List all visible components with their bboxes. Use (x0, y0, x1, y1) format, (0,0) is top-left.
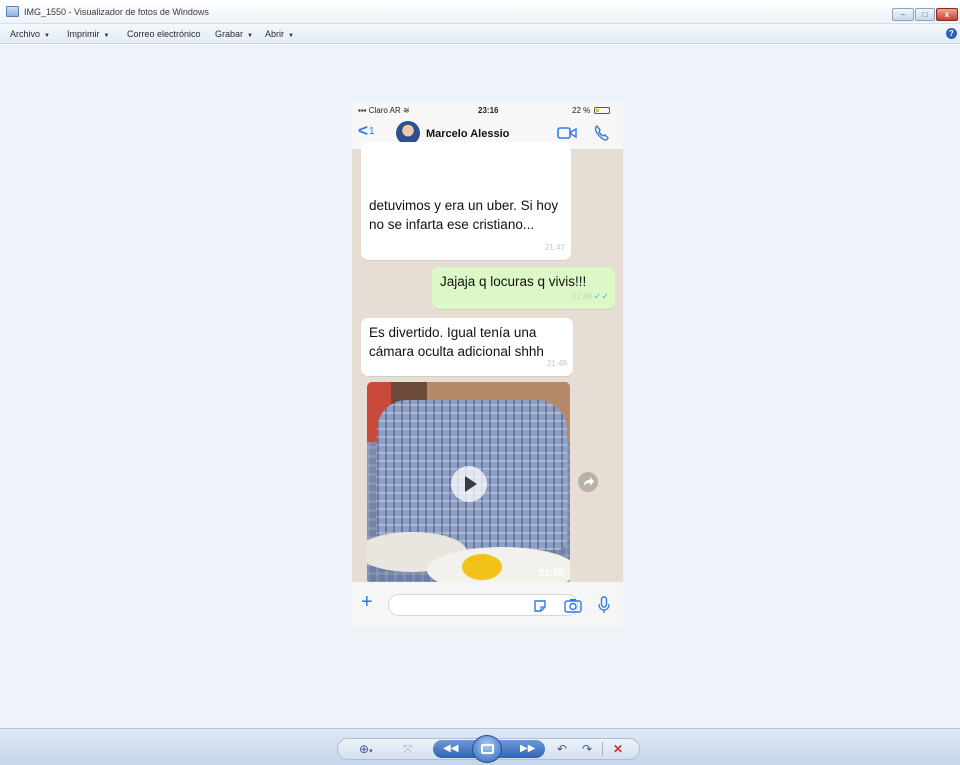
message-time: 21:47 (544, 243, 565, 252)
delete-icon: ✕ (613, 742, 624, 756)
video-call-icon[interactable] (557, 126, 577, 140)
maximize-button[interactable]: □ (915, 8, 935, 21)
menu-archivo[interactable]: Archivo ▼ (10, 29, 50, 39)
rotate-right-icon: ↷ (582, 742, 593, 756)
next-button[interactable]: ▶▶ (520, 741, 535, 757)
menu-grabar-label: Grabar (215, 29, 244, 39)
camera-icon[interactable] (564, 598, 582, 613)
phone-call-icon[interactable] (593, 124, 611, 142)
back-chevron-icon[interactable]: < (358, 121, 368, 141)
signal-icon: ▪▪▪ (358, 106, 369, 115)
menu-abrir-label: Abrir (265, 29, 285, 39)
menu-bar: Archivo ▼ Imprimir ▼ Correo electrónico Gr… (0, 24, 960, 44)
fit-icon: ⤧ (403, 742, 413, 756)
zoom-button[interactable]: ⊕▾ (359, 741, 373, 760)
chat-input-bar: + (352, 582, 623, 626)
rotate-left-icon: ↶ (557, 742, 568, 756)
slideshow-button[interactable] (472, 735, 502, 763)
photo-viewer-icon (6, 6, 19, 17)
slideshow-icon (481, 744, 494, 754)
video-time: 21:50 (538, 568, 564, 579)
message-time: 21:49 (546, 359, 567, 368)
message-incoming: Es divertido. Igual tenía una cámara ocu… (361, 318, 573, 376)
actual-size-button[interactable]: ⤧ (403, 741, 413, 757)
zoom-icon: ⊕ (359, 742, 370, 756)
toolbar-divider (602, 742, 603, 756)
forward-icon[interactable] (578, 472, 598, 492)
previous-icon: ◀◀ (443, 743, 459, 754)
message-outgoing: Jajaja q locuras q vivis!!! 21:48 ✓✓ (432, 267, 615, 309)
status-carrier: ▪▪▪ Claro AR ≋ (358, 106, 410, 115)
window-title: IMG_1550 - Visualizador de fotos de Wind… (24, 7, 209, 17)
delete-button[interactable]: ✕ (613, 741, 623, 757)
video-thumbnail-lemon (462, 554, 502, 580)
status-battery-percent: 22 % (572, 106, 591, 115)
help-icon[interactable]: ? (946, 28, 957, 39)
status-time: 23:16 (478, 106, 499, 115)
viewer-toolbar: ⊕▾ ⤧ ◀◀ ▶▶ ↶ ↷ ✕ (0, 728, 960, 765)
menu-imprimir-label: Imprimir (67, 29, 100, 39)
message-input[interactable] (388, 594, 578, 616)
minimize-icon: – (900, 10, 906, 19)
message-time-wrap: 21:48 ✓✓ (572, 287, 609, 306)
message-incoming: detuvimos y era un uber. Si hoy no se in… (361, 142, 571, 260)
chevron-down-icon: ▼ (44, 33, 50, 39)
minimize-button[interactable]: – (892, 8, 914, 21)
microphone-icon[interactable] (598, 596, 610, 614)
menu-grabar[interactable]: Grabar ▼ (215, 29, 253, 39)
wifi-icon: ≋ (402, 106, 410, 115)
window-title-bar: IMG_1550 - Visualizador de fotos de Wind… (0, 0, 960, 24)
menu-archivo-label: Archivo (10, 29, 41, 39)
read-ticks-icon: ✓✓ (593, 291, 609, 301)
battery-icon (594, 107, 610, 114)
menu-correo-label: Correo electrónico (127, 29, 201, 39)
chevron-down-icon: ▼ (103, 33, 110, 39)
carrier-label: Claro AR (368, 106, 401, 115)
rotate-right-button[interactable]: ↷ (582, 741, 592, 757)
menu-abrir[interactable]: Abrir ▼ (265, 29, 294, 39)
message-text: detuvimos y era un uber. Si hoy no se in… (369, 198, 559, 232)
close-button[interactable]: x (936, 8, 958, 21)
chevron-down-icon: ▼ (288, 33, 294, 39)
play-icon[interactable] (451, 466, 487, 502)
next-icon: ▶▶ (520, 743, 536, 754)
menu-correo[interactable]: Correo electrónico (127, 29, 201, 39)
maximize-icon: □ (922, 10, 928, 19)
previous-button[interactable]: ◀◀ (443, 741, 458, 757)
plus-icon[interactable]: + (361, 592, 373, 612)
message-text: Es divertido. Igual tenía una cámara ocu… (369, 325, 544, 359)
menu-imprimir[interactable]: Imprimir ▼ (67, 29, 109, 39)
chevron-down-icon: ▾ (369, 748, 373, 755)
contact-name: Marcelo Alessio (426, 128, 510, 140)
message-time: 21:48 (571, 292, 592, 301)
video-message[interactable]: 21:50 (367, 382, 570, 582)
unread-count: 1 (369, 126, 375, 137)
rotate-left-button[interactable]: ↶ (557, 741, 567, 757)
close-icon: x (944, 10, 950, 19)
chevron-down-icon: ▼ (247, 33, 253, 39)
chat-screenshot: ▪▪▪ Claro AR ≋ 23:16 22 % < 1 Marcelo Al… (352, 102, 623, 582)
sticker-icon[interactable] (533, 599, 547, 613)
